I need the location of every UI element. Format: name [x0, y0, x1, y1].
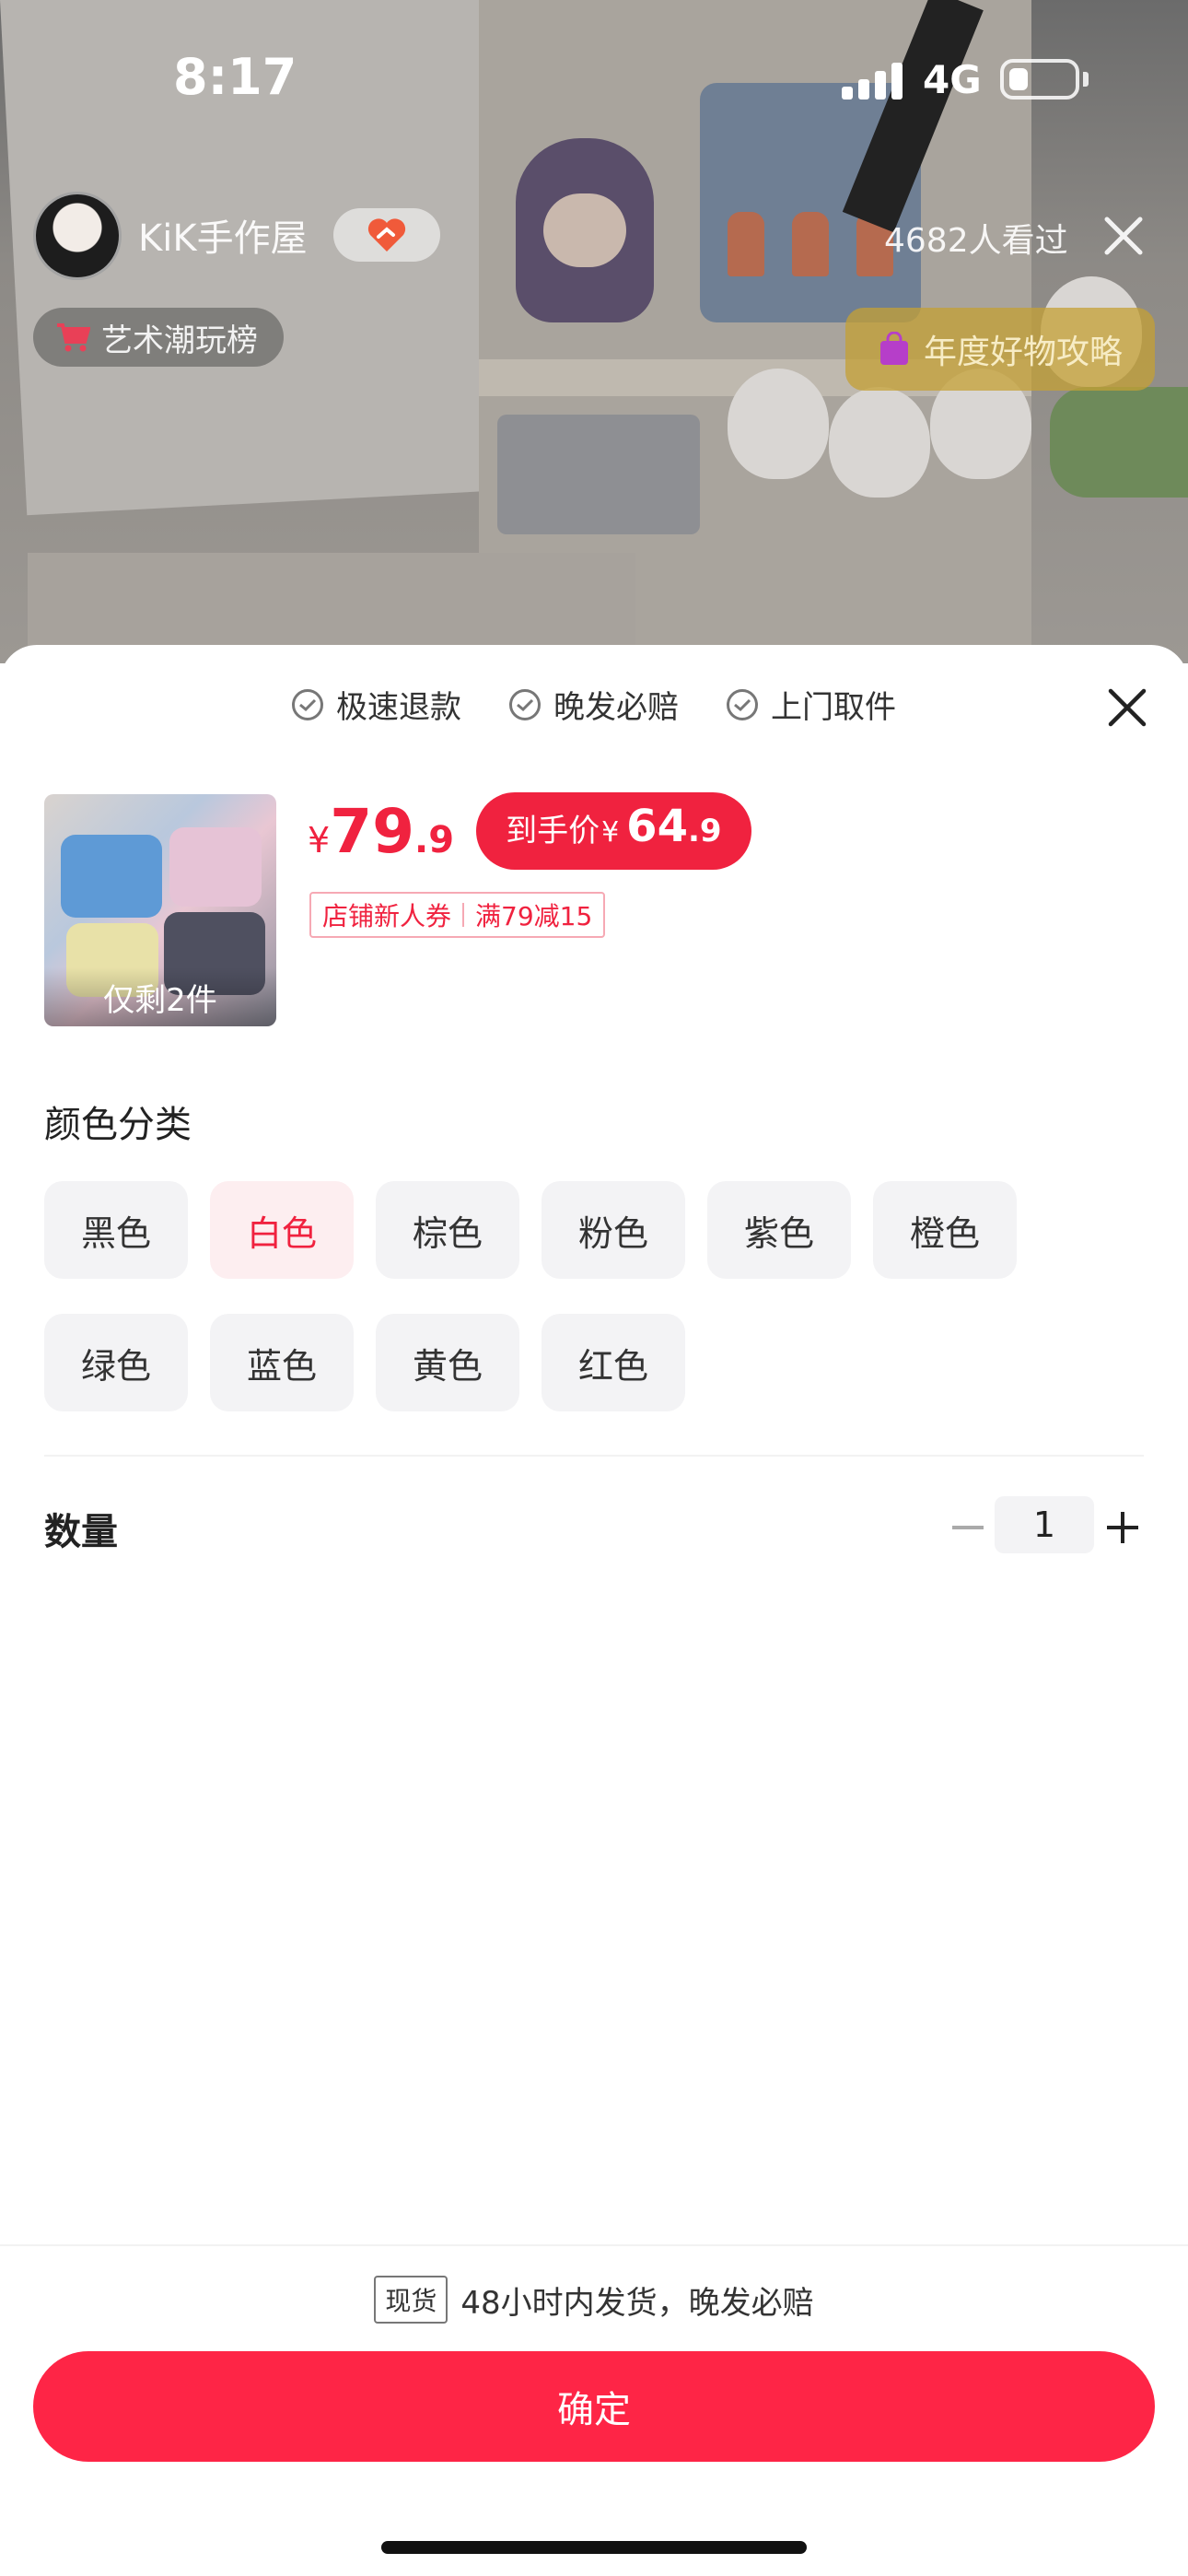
check-circle-icon: [727, 688, 758, 720]
viewer-count: 4682人看过: [884, 222, 1068, 260]
in-stock-tag: 现货: [374, 2276, 448, 2324]
close-icon: [1104, 217, 1143, 255]
guarantee-item: 晚发必赔: [509, 682, 679, 727]
shipping-info: 现货 48小时内发货，晚发必赔: [0, 2276, 1188, 2324]
final-price-label: 到手价: [506, 813, 600, 849]
original-price: ¥ 79 .9: [308, 796, 454, 867]
price-currency: ¥: [308, 819, 331, 861]
guarantee-item: 极速退款: [292, 682, 461, 727]
color-option-green[interactable]: 绿色: [44, 1314, 188, 1411]
quantity-increase-button[interactable]: [1100, 1502, 1146, 1553]
bg-leaves: [1050, 387, 1188, 498]
shipping-text: 48小时内发货，晚发必赔: [460, 2284, 814, 2322]
guarantee-label: 上门取件: [771, 689, 896, 726]
color-option-black[interactable]: 黑色: [44, 1181, 188, 1279]
coupon-rule: 满79减15: [475, 901, 593, 931]
final-price-badge: 到手价 ¥ 64 .9: [476, 792, 751, 870]
bg-bag-window: [728, 212, 764, 276]
quantity-decrease-button[interactable]: [947, 1502, 989, 1553]
status-bar: 8:17 4G: [0, 0, 1188, 147]
thumb-item: [169, 827, 262, 907]
color-option-brown[interactable]: 棕色: [376, 1181, 519, 1279]
color-option-purple[interactable]: 紫色: [707, 1181, 851, 1279]
follow-button[interactable]: [333, 208, 440, 262]
shopping-bag-icon: [879, 332, 908, 365]
color-option-white[interactable]: 白色: [210, 1181, 354, 1279]
color-option-yellow[interactable]: 黄色: [376, 1314, 519, 1411]
price-row: ¥ 79 .9 到手价 ¥ 64 .9: [308, 792, 751, 870]
coupon-tag[interactable]: 店铺新人券 满79减15: [309, 892, 606, 938]
close-live-button[interactable]: [1098, 210, 1149, 262]
thumb-item: [61, 835, 162, 918]
cart-icon: [57, 323, 90, 352]
section-divider: [44, 1455, 1144, 1457]
check-circle-icon: [292, 688, 323, 720]
footer-divider: [0, 2244, 1188, 2246]
shop-name[interactable]: KiK手作屋: [138, 208, 308, 262]
color-option-blue[interactable]: 蓝色: [210, 1314, 354, 1411]
signal-icon: [842, 61, 906, 100]
network-type: 4G: [923, 57, 982, 102]
guarantee-item: 上门取件: [727, 682, 896, 727]
guarantee-label: 极速退款: [336, 689, 461, 726]
battery-icon: [1000, 59, 1079, 100]
plus-icon: [1107, 1512, 1138, 1543]
confirm-button[interactable]: 确定: [33, 2351, 1155, 2462]
price-decimal: .9: [414, 818, 455, 861]
bg-tulip: [829, 387, 930, 498]
guarantee-label: 晚发必赔: [553, 689, 679, 726]
battery-level: [1009, 68, 1028, 90]
color-option-pink[interactable]: 粉色: [542, 1181, 685, 1279]
rank-tag-label: 艺术潮玩榜: [101, 322, 258, 359]
close-sheet-button[interactable]: [1101, 682, 1153, 733]
bg-bag-window: [792, 212, 829, 276]
check-circle-icon: [509, 688, 541, 720]
bg-doll-face: [543, 193, 626, 267]
home-indicator[interactable]: [381, 2541, 807, 2554]
guide-tag-label: 年度好物攻略: [923, 334, 1123, 371]
final-price-decimal: .9: [687, 813, 722, 849]
color-option-orange[interactable]: 橙色: [873, 1181, 1017, 1279]
color-option-red[interactable]: 红色: [542, 1314, 685, 1411]
status-time: 8:17: [173, 48, 297, 106]
quantity-input[interactable]: 1: [995, 1496, 1094, 1553]
guide-tag[interactable]: 年度好物攻略: [845, 308, 1155, 391]
color-options: 黑色 白色 棕色 粉色 紫色 橙色 绿色 蓝色 黄色 红色: [44, 1181, 1112, 1411]
bg-tulip: [728, 369, 829, 479]
product-image[interactable]: 仅剩2件: [44, 794, 276, 1026]
bg-silver-bag: [497, 415, 700, 534]
rank-tag[interactable]: 艺术潮玩榜: [33, 308, 284, 367]
final-price-integer: 64: [626, 801, 688, 852]
battery-cap: [1083, 72, 1089, 87]
heart-icon: [367, 218, 406, 252]
avatar[interactable]: [33, 192, 122, 280]
color-section-title: 颜色分类: [44, 1104, 192, 1146]
price-integer: 79: [330, 795, 415, 867]
minus-icon: [952, 1526, 984, 1529]
guarantee-list: 极速退款 晚发必赔 上门取件: [0, 682, 1188, 727]
close-icon: [1108, 688, 1147, 727]
final-price-currency: ¥: [601, 816, 620, 849]
stock-note: 仅剩2件: [44, 967, 276, 1026]
quantity-label: 数量: [44, 1511, 118, 1553]
coupon-name: 店铺新人券: [322, 901, 452, 931]
